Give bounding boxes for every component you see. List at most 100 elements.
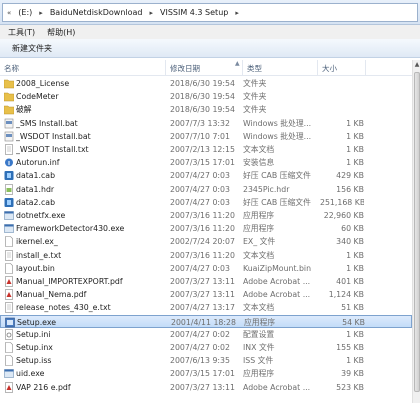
address-bar: « (E:) ▸ BaiduNetdiskDownload ▸ VISSIM 4…: [0, 0, 420, 25]
file-icon: [4, 342, 14, 353]
file-size: 523 KB: [336, 382, 364, 392]
pdf-icon: [4, 289, 14, 300]
file-date: 2007/4/27 13:17: [170, 303, 235, 313]
column-header: 名称 修改日期 类型 大小 ▲: [0, 60, 412, 76]
file-row[interactable]: _WSDOT Install.bat 2007/7/10 7:01 Windows …: [0, 130, 412, 143]
file-size: [320, 103, 364, 116]
breadcrumb-chevron-icon[interactable]: ▸: [145, 4, 157, 21]
folder-icon: [3, 78, 15, 89]
file-name: _WSDOT Install.txt: [16, 145, 89, 154]
file-size: 1 KB: [346, 118, 364, 128]
file-type: 文件夹: [243, 79, 267, 88]
file-row[interactable]: data1.cab 2007/4/27 0:03 好压 CAB 压缩文件 429 KB: [0, 169, 412, 182]
exe-icon: [4, 368, 14, 379]
file-name: Setup.inx: [16, 343, 53, 352]
menu-tools[interactable]: 工具(T): [2, 27, 41, 38]
file-date: 2007/2/13 12:15: [170, 145, 235, 154]
file-date: 2007/4/27 0:03: [170, 184, 230, 194]
file-row[interactable]: uid.exe 2007/3/15 17:01 应用程序 39 KB: [0, 367, 412, 380]
back-arrow-icon[interactable]: «: [3, 4, 15, 21]
file-date: 2007/3/16 11:20: [170, 224, 235, 234]
file-icon: [4, 236, 14, 248]
file-name: layout.bin: [16, 263, 55, 273]
file-date: 2007/4/27 0:03: [170, 197, 230, 207]
file-size: 251,168 KB: [320, 197, 364, 207]
file-row[interactable]: Setup.inx 2007/4/27 0:02 INX 文件 155 KB: [0, 341, 412, 354]
file-name: _SMS Install.bat: [16, 118, 78, 128]
file-row[interactable]: Setup.ini 2007/4/27 0:02 配置设置 1 KB: [0, 328, 412, 341]
file-row[interactable]: data2.cab 2007/4/27 0:03 好压 CAB 压缩文件 251,16…: [0, 196, 412, 209]
column-type[interactable]: 类型: [243, 60, 318, 76]
menu-help[interactable]: 帮助(H): [41, 27, 81, 38]
file-name: release_notes_430_e.txt: [16, 303, 111, 313]
file-row[interactable]: install_e.txt 2007/3/16 11:20 文本文档 1 KB: [0, 249, 412, 262]
new-folder-button[interactable]: 新建文件夹: [12, 43, 52, 54]
cab-icon: [4, 197, 14, 208]
column-name[interactable]: 名称: [0, 60, 166, 76]
vertical-scrollbar[interactable]: ▲: [412, 60, 420, 403]
file-name: Setup.ini: [16, 329, 51, 339]
breadcrumb-current[interactable]: VISSIM 4.3 Setup: [157, 4, 231, 21]
file-size: [320, 90, 364, 103]
file-date: 2018/6/30 19:54: [170, 92, 235, 102]
file-row[interactable]: _WSDOT Install.txt 2007/2/13 12:15 文本文档 1 K…: [0, 143, 412, 156]
file-name: 破解: [16, 105, 32, 115]
file-row[interactable]: ikernel.ex_ 2002/7/24 20:07 EX_ 文件 340 KB: [0, 235, 412, 248]
file-name: data1.hdr: [16, 184, 55, 194]
breadcrumb-chevron-icon[interactable]: ▸: [35, 4, 47, 21]
file-type: 应用程序: [243, 211, 275, 220]
breadcrumb-drive[interactable]: (E:): [15, 4, 35, 21]
scroll-thumb[interactable]: [414, 72, 420, 392]
file-date: 2007/6/13 9:35: [170, 356, 230, 366]
file-name: data2.cab: [16, 197, 56, 207]
file-row[interactable]: release_notes_430_e.txt 2007/4/27 13:17 文本…: [0, 301, 412, 314]
breadcrumb-folder[interactable]: BaiduNetdiskDownload: [47, 4, 146, 21]
file-type: 应用程序: [243, 224, 275, 234]
file-row[interactable]: Manual_IMPORTEXPORT.pdf 2007/3/27 13:11 Ad…: [0, 275, 412, 288]
file-type: 文本文档: [243, 250, 275, 260]
file-type: KuaiZipMount.bin: [243, 263, 312, 273]
file-row[interactable]: data1.hdr 2007/4/27 0:03 2345Pic.hdr 156 KB: [0, 183, 412, 196]
file-row[interactable]: _SMS Install.bat 2007/7/3 13:32 Windows 批处…: [0, 117, 412, 130]
column-size[interactable]: 大小: [318, 60, 366, 76]
inf-icon: [4, 157, 14, 168]
file-row[interactable]: FrameworkDetector430.exe 2007/3/16 11:20 应…: [0, 222, 412, 235]
breadcrumb-chevron-icon[interactable]: ▸: [231, 4, 243, 21]
file-name: Setup.iss: [16, 356, 52, 366]
file-row[interactable]: Setup.iss 2007/6/13 9:35 ISS 文件 1 KB: [0, 354, 412, 367]
file-type: 2345Pic.hdr: [243, 184, 290, 194]
hdr-icon: [4, 183, 14, 195]
file-name: VAP 216 e.pdf: [16, 382, 71, 392]
pdf-icon: [4, 381, 14, 393]
address-box[interactable]: « (E:) ▸ BaiduNetdiskDownload ▸ VISSIM 4…: [2, 3, 418, 22]
file-row[interactable]: Manual_Nema.pdf 2007/3/27 13:11 Adobe Acro…: [0, 288, 412, 301]
file-type: Adobe Acrobat ...: [243, 290, 311, 300]
file-row[interactable]: 2008_License 2018/6/30 19:54 文件夹: [0, 77, 412, 90]
file-row[interactable]: Setup.exe 2001/4/11 18:28 应用程序 54 KB: [0, 314, 412, 328]
exe-icon: [4, 210, 14, 221]
file-row[interactable]: 破解 2018/6/30 19:54 文件夹: [0, 103, 412, 116]
file-name: FrameworkDetector430.exe: [16, 224, 125, 234]
file-type: 好压 CAB 压缩文件: [243, 171, 311, 181]
file-row[interactable]: CodeMeter 2018/6/30 19:54 文件夹: [0, 90, 412, 103]
scroll-up-icon[interactable]: ▲: [413, 60, 420, 70]
file-size: 1 KB: [346, 131, 364, 141]
file-type: 应用程序: [243, 369, 275, 379]
file-size: 1 KB: [346, 329, 364, 339]
file-type: Adobe Acrobat ...: [243, 277, 311, 286]
column-date[interactable]: 修改日期: [166, 60, 243, 76]
file-name: install_e.txt: [16, 250, 62, 260]
sort-up-icon: ▲: [235, 60, 240, 67]
file-type: Adobe Acrobat ...: [243, 382, 311, 392]
file-type: 文件夹: [243, 92, 267, 102]
file-type: ISS 文件: [243, 356, 274, 366]
file-row[interactable]: layout.bin 2007/4/27 0:03 KuaiZipMount.bin…: [0, 262, 412, 275]
file-row[interactable]: Autorun.inf 2007/3/15 17:01 安装信息 1 KB: [0, 156, 412, 169]
setup-icon: [5, 317, 15, 328]
file-row[interactable]: dotnetfx.exe 2007/3/16 11:20 应用程序 22,960 KB: [0, 209, 412, 222]
file-name: Manual_IMPORTEXPORT.pdf: [16, 277, 123, 286]
file-size: 429 KB: [336, 171, 364, 181]
file-row[interactable]: VAP 216 e.pdf 2007/3/27 13:11 Adobe Acroba…: [0, 381, 412, 394]
file-date: 2001/4/11 18:28: [171, 317, 236, 327]
file-size: 1 KB: [346, 356, 364, 366]
